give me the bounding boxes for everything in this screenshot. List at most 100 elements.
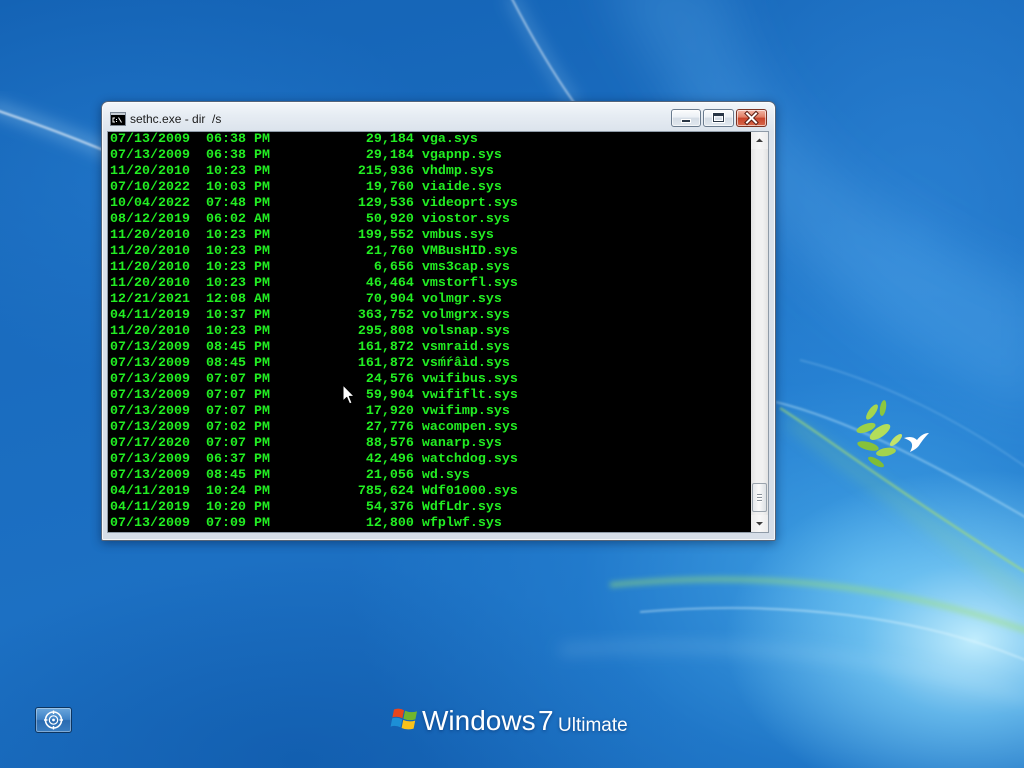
file-date: 08/12/2019 [110, 212, 190, 227]
file-size: 54,376 [365, 500, 414, 515]
maximize-button[interactable] [703, 109, 734, 127]
brand-edition-text: Ultimate [558, 715, 628, 736]
console-line: 07/13/2009 08:45 PM 161,872 vsḿŕâìd.sys [110, 356, 751, 372]
file-name: vwififlt.sys [421, 388, 518, 403]
file-size: 363,752 [357, 308, 414, 323]
file-date: 11/20/2010 [110, 260, 190, 275]
file-date: 07/13/2009 [110, 372, 190, 387]
file-date: 07/13/2009 [110, 452, 190, 467]
thumb-grip-line [757, 499, 762, 501]
file-name: wacompen.sys [421, 420, 518, 435]
console-window[interactable]: sethc.exe - dir /s 07/13/2009 06:38 PM 29,… [101, 101, 776, 541]
file-time: 06:38 PM [205, 132, 270, 147]
scroll-down-button[interactable] [751, 515, 768, 532]
vertical-scrollbar[interactable] [751, 132, 768, 532]
file-time: 07:07 PM [205, 436, 270, 451]
file-size: 29,184 [365, 132, 414, 147]
console-line: 04/11/2019 10:37 PM 363,752 volmgrx.sys [110, 308, 751, 324]
brand-version-text: 7 [538, 705, 554, 736]
file-date: 04/11/2019 [110, 484, 190, 499]
console-client-area: 07/13/2009 06:38 PM 29,184 vga.sys 07/13/200… [108, 132, 768, 532]
file-time: 10:37 PM [205, 308, 270, 323]
console-line: 07/13/2009 06:38 PM 29,184 vga.sys [110, 132, 751, 148]
leaf-cluster [856, 400, 903, 468]
console-line: 11/20/2010 10:23 PM 46,464 vmstorfl.sys [110, 276, 751, 292]
file-name: wd.sys [421, 468, 470, 483]
directory-listing: 07/13/2009 06:38 PM 29,184 vga.sys 07/13/200… [110, 132, 751, 532]
file-time: 10:20 PM [205, 500, 270, 515]
file-time: 06:38 PM [205, 148, 270, 163]
console-line: 07/13/2009 07:07 PM 24,576 vwifibus.sys [110, 372, 751, 388]
console-line: 04/11/2019 10:20 PM 54,376 WdfLdr.sys [110, 500, 751, 516]
console-line: 07/13/2009 08:45 PM 21,056 wd.sys [110, 468, 751, 484]
file-size: 199,552 [357, 228, 414, 243]
file-name: wanarp.sys [421, 436, 502, 451]
minimize-button[interactable] [671, 109, 701, 127]
file-time: 07:07 PM [205, 372, 270, 387]
file-size: 46,464 [365, 276, 414, 291]
console-line: 11/20/2010 10:23 PM 215,936 vhdmp.sys [110, 164, 751, 180]
file-size: 161,872 [357, 340, 414, 355]
window-title: sethc.exe - dir /s [130, 112, 222, 126]
file-date: 10/04/2022 [110, 196, 190, 211]
file-size: 6,656 [373, 260, 414, 275]
file-name: VMBusHID.sys [421, 244, 518, 259]
file-date: 07/13/2009 [110, 420, 190, 435]
file-size: 42,496 [365, 452, 414, 467]
file-date: 07/13/2009 [110, 356, 190, 371]
file-name: vsḿŕâìd.sys [421, 356, 510, 371]
console-line: 07/13/2009 07:07 PM 17,920 vwifimp.sys [110, 404, 751, 420]
console-output[interactable]: 07/13/2009 06:38 PM 29,184 vga.sys 07/13/200… [108, 132, 751, 532]
file-name: vmbus.sys [421, 228, 494, 243]
file-name: vhdmp.sys [421, 164, 494, 179]
scroll-up-button[interactable] [751, 132, 768, 149]
file-time: 10:23 PM [205, 228, 270, 243]
file-name: wfplwf.sys [421, 516, 502, 531]
ease-of-access-button[interactable] [35, 707, 72, 733]
file-time: 06:02 AM [205, 212, 270, 227]
file-date: 12/21/2021 [110, 292, 190, 307]
white-bird [904, 433, 929, 452]
file-size: 12,800 [365, 516, 414, 531]
brand-windows-text: Windows [422, 705, 536, 736]
file-time: 10:23 PM [205, 260, 270, 275]
console-line: 07/13/2009 07:09 PM 12,800 wfplwf.sys [110, 516, 751, 532]
file-name: viaide.sys [421, 180, 502, 195]
flag-yellow [401, 720, 416, 730]
windows-flag-icon [390, 708, 417, 730]
file-size: 27,776 [365, 420, 414, 435]
file-name: watchdog.sys [421, 452, 518, 467]
console-line: 10/04/2022 07:48 PM 129,536 videoprt.sys [110, 196, 751, 212]
file-name: vmstorfl.sys [421, 276, 518, 291]
file-size: 129,536 [357, 196, 414, 211]
file-time: 08:45 PM [205, 356, 270, 371]
file-date: 07/13/2009 [110, 468, 190, 483]
file-date: 07/13/2009 [110, 340, 190, 355]
close-button[interactable] [736, 109, 767, 127]
scroll-thumb[interactable] [752, 482, 767, 512]
console-line: 08/12/2019 06:02 AM 50,920 viostor.sys [110, 212, 751, 228]
file-date: 07/13/2009 [110, 132, 190, 147]
console-line: 07/13/2009 07:02 PM 27,776 wacompen.sys [110, 420, 751, 436]
file-time: 06:37 PM [205, 452, 270, 467]
console-line: 11/20/2010 10:23 PM 199,552 vmbus.sys [110, 228, 751, 244]
cmd-icon [110, 112, 126, 126]
file-time: 10:23 PM [205, 244, 270, 259]
file-size: 50,920 [365, 212, 414, 227]
file-size: 29,184 [365, 148, 414, 163]
file-name: volsnap.sys [421, 324, 510, 339]
file-size: 215,936 [357, 164, 414, 179]
file-time: 07:07 PM [205, 404, 270, 419]
console-line: 07/13/2009 07:07 PM 59,904 vwififlt.sys [110, 388, 751, 404]
minimize-icon [681, 119, 691, 123]
file-date: 04/11/2019 [110, 308, 190, 323]
console-line: 07/13/2009 08:45 PM 161,872 vsmraid.sys [110, 340, 751, 356]
file-date: 07/13/2009 [110, 404, 190, 419]
console-line: 07/13/2009 06:38 PM 29,184 vgapnp.sys [110, 148, 751, 164]
file-name: vms3cap.sys [421, 260, 510, 275]
console-line: 11/20/2010 10:23 PM 6,656 vms3cap.sys [110, 260, 751, 276]
file-name: volmgrx.sys [421, 308, 510, 323]
arrow-down-icon [756, 522, 763, 526]
file-name: Wdf01000.sys [421, 484, 518, 499]
file-name: vwifibus.sys [421, 372, 518, 387]
